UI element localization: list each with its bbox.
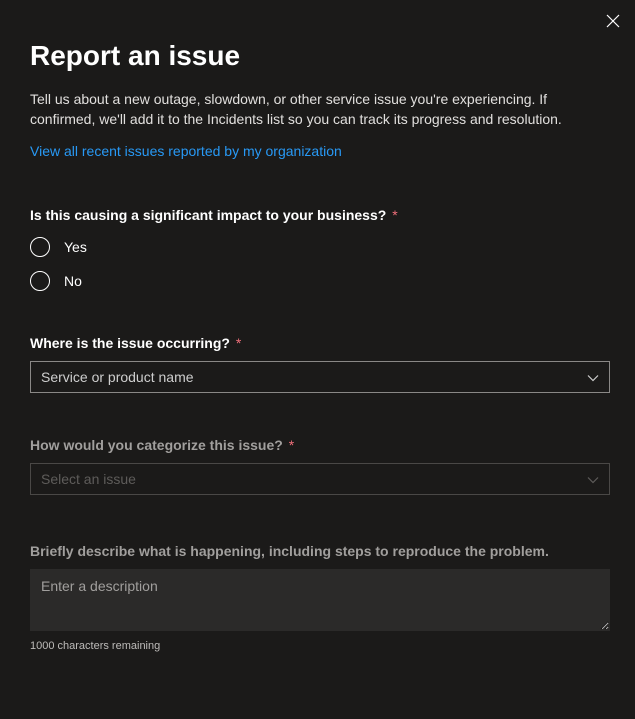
close-button[interactable] (605, 14, 621, 30)
radio-icon (30, 271, 50, 291)
category-select: Select an issue (30, 463, 610, 495)
panel-intro: Tell us about a new outage, slowdown, or… (30, 90, 590, 129)
impact-no-radio[interactable]: No (30, 271, 605, 291)
category-section: How would you categorize this issue? * S… (30, 437, 605, 495)
category-placeholder: Select an issue (41, 471, 136, 487)
description-section: Briefly describe what is happening, incl… (30, 543, 605, 652)
char-count: 1000 characters remaining (30, 640, 605, 652)
impact-section: Is this causing a significant impact to … (30, 207, 605, 291)
impact-label-text: Is this causing a significant impact to … (30, 207, 386, 223)
radio-label-yes: Yes (64, 239, 87, 255)
required-marker: * (236, 335, 241, 351)
location-section: Where is the issue occurring? * Service … (30, 335, 605, 393)
view-recent-issues-link[interactable]: View all recent issues reported by my or… (30, 143, 342, 159)
radio-label-no: No (64, 273, 82, 289)
radio-icon (30, 237, 50, 257)
location-placeholder: Service or product name (41, 369, 194, 385)
panel-title: Report an issue (30, 40, 605, 72)
impact-yes-radio[interactable]: Yes (30, 237, 605, 257)
location-label-text: Where is the issue occurring? (30, 335, 230, 351)
location-label: Where is the issue occurring? * (30, 335, 605, 351)
report-issue-panel: Report an issue Tell us about a new outa… (0, 0, 635, 672)
description-label: Briefly describe what is happening, incl… (30, 543, 549, 559)
chevron-down-icon (587, 471, 599, 487)
impact-label: Is this causing a significant impact to … (30, 207, 605, 223)
chevron-down-icon (587, 369, 599, 385)
required-marker: * (289, 437, 294, 453)
location-select[interactable]: Service or product name (30, 361, 610, 393)
description-textarea[interactable] (30, 569, 610, 631)
category-label-text: How would you categorize this issue? (30, 437, 283, 453)
required-marker: * (392, 207, 397, 223)
close-icon (606, 16, 620, 31)
impact-radio-group: Yes No (30, 237, 605, 291)
category-label: How would you categorize this issue? * (30, 437, 605, 453)
